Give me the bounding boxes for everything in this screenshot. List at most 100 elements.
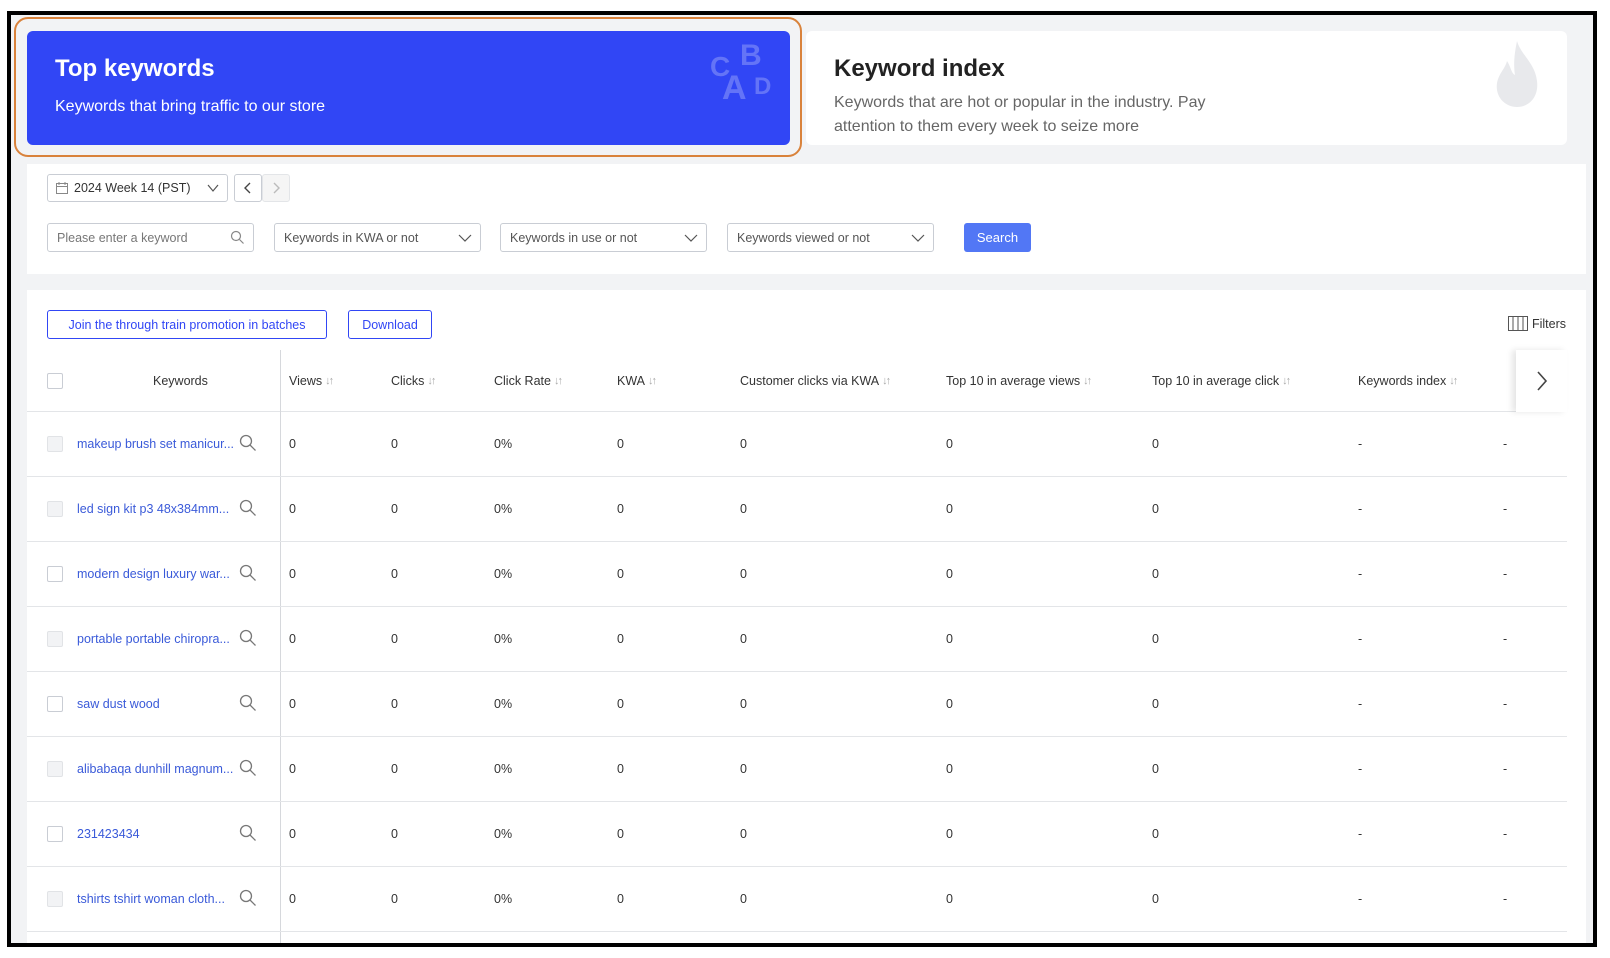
- top10-click-cell: 0: [1152, 632, 1159, 646]
- customer-clicks-cell: 0: [740, 892, 747, 906]
- keyword-cell: tshirts tshirt woman cloth...: [77, 867, 237, 931]
- search-icon[interactable]: [239, 564, 257, 582]
- chevron-left-icon: [244, 182, 251, 194]
- top-keywords-title: Top keywords: [55, 55, 215, 82]
- keyword-cell: portable portable chiropra...: [77, 607, 237, 671]
- keyword-link[interactable]: tshirts tshirt woman cloth...: [77, 892, 237, 906]
- kwa-cell: 0: [617, 437, 624, 451]
- extra-cell: -: [1503, 632, 1508, 646]
- calendar-icon: [56, 182, 68, 194]
- col-clicks[interactable]: Clicks ↓↑: [391, 350, 436, 412]
- kwa-select[interactable]: Keywords in KWA or not: [274, 223, 481, 252]
- table-row: saw dust wood 0 0 0% 0 0 0 0 - -: [27, 672, 1567, 737]
- clicks-cell: 0: [391, 827, 398, 841]
- top10-click-cell: 0: [1152, 827, 1159, 841]
- search-icon[interactable]: [239, 499, 257, 517]
- select-all-checkbox[interactable]: [47, 373, 63, 389]
- prev-week-button[interactable]: [234, 174, 262, 202]
- customer-clicks-cell: 0: [740, 762, 747, 776]
- search-icon[interactable]: [239, 824, 257, 842]
- row-checkbox[interactable]: [47, 826, 63, 842]
- table-row: alibabaqa dunhill magnum... 0 0 0% 0 0 0 0 - -: [27, 737, 1567, 802]
- col-keywords: Keywords: [153, 350, 208, 412]
- keyword-cell: alibabaqa dunhill magnum...: [77, 737, 237, 801]
- app-frame: Top keywords Keywords that bring traffic…: [7, 11, 1597, 947]
- customer-clicks-cell: 0: [740, 502, 747, 516]
- search-icon[interactable]: [239, 629, 257, 647]
- row-checkbox: [47, 891, 63, 907]
- col-kwa[interactable]: KWA ↓↑: [617, 350, 657, 412]
- keywords-index-cell: -: [1358, 632, 1363, 646]
- top10-views-cell: 0: [946, 567, 953, 581]
- row-checkbox[interactable]: [47, 696, 63, 712]
- col-click-rate[interactable]: Click Rate ↓↑: [494, 350, 563, 412]
- col-top10-views-label: Top 10 in average views: [946, 374, 1081, 388]
- top10-click-cell: 0: [1152, 567, 1159, 581]
- keyword-cell: makeup brush set manicur...: [77, 412, 237, 476]
- click-rate-cell: 0%: [494, 827, 513, 841]
- sort-icon: ↓↑: [882, 375, 891, 387]
- keyword-link[interactable]: portable portable chiropra...: [77, 632, 237, 646]
- filters-button[interactable]: Filters: [1507, 316, 1566, 331]
- clicks-cell: 0: [391, 567, 398, 581]
- col-top10-views[interactable]: Top 10 in average views ↓↑: [946, 350, 1092, 412]
- scroll-right-button[interactable]: [1516, 350, 1567, 412]
- sort-icon: ↓↑: [1282, 375, 1291, 387]
- keywords-index-cell: -: [1358, 697, 1363, 711]
- search-button[interactable]: Search: [964, 223, 1031, 252]
- table-row: led sign kit p3 48x384mm... 0 0 0% 0 0 0 0 - -: [27, 477, 1567, 542]
- col-top10-click[interactable]: Top 10 in average click ↓↑: [1152, 350, 1291, 412]
- top10-views-cell: 0: [946, 437, 953, 451]
- views-cell: 0: [289, 502, 296, 516]
- keyword-search-input[interactable]: Please enter a keyword: [47, 223, 254, 252]
- next-week-button[interactable]: [262, 174, 290, 202]
- clicks-cell: 0: [391, 437, 398, 451]
- clicks-cell: 0: [391, 502, 398, 516]
- keyword-index-subtitle: Keywords that are hot or popular in the …: [834, 94, 1206, 135]
- keyword-link[interactable]: saw dust wood: [77, 697, 237, 711]
- customer-clicks-cell: 0: [740, 632, 747, 646]
- views-cell: 0: [289, 827, 296, 841]
- columns-icon: [1507, 316, 1528, 331]
- keyword-cell: led sign kit p3 48x384mm...: [77, 477, 237, 541]
- col-keywords-index-label: Keywords index: [1358, 374, 1447, 388]
- row-checkbox[interactable]: [47, 566, 63, 582]
- keyword-cell: 231423434: [77, 802, 237, 866]
- clicks-cell: 0: [391, 632, 398, 646]
- keyword-link[interactable]: modern design luxury war...: [77, 567, 237, 581]
- top-keywords-card[interactable]: Top keywords Keywords that bring traffic…: [27, 31, 790, 145]
- keyword-link[interactable]: 231423434: [77, 827, 237, 841]
- top10-click-cell: 0: [1152, 437, 1159, 451]
- keywords-index-cell: -: [1358, 762, 1363, 776]
- keywords-table-panel: Join the through train promotion in batc…: [27, 290, 1586, 943]
- join-promotion-button[interactable]: Join the through train promotion in batc…: [47, 310, 327, 339]
- top10-click-cell: 0: [1152, 697, 1159, 711]
- download-button[interactable]: Download: [348, 310, 432, 339]
- chevron-down-icon: [458, 234, 472, 242]
- extra-cell: -: [1503, 762, 1508, 776]
- keyword-link[interactable]: makeup brush set manicur...: [77, 437, 237, 451]
- search-icon[interactable]: [239, 694, 257, 712]
- sort-icon: ↓↑: [1449, 375, 1458, 387]
- keyword-index-card[interactable]: Keyword index Keywords that are hot or p…: [806, 31, 1567, 145]
- in-use-select[interactable]: Keywords in use or not: [500, 223, 707, 252]
- search-icon[interactable]: [239, 889, 257, 907]
- search-icon[interactable]: [239, 434, 257, 452]
- views-cell: 0: [289, 762, 296, 776]
- row-checkbox: [47, 501, 63, 517]
- col-views[interactable]: Views ↓↑: [289, 350, 334, 412]
- search-icon[interactable]: [239, 759, 257, 777]
- flame-icon: [1496, 41, 1538, 107]
- top10-views-cell: 0: [946, 892, 953, 906]
- keyword-link[interactable]: led sign kit p3 48x384mm...: [77, 502, 237, 516]
- sort-icon: ↓↑: [325, 375, 334, 387]
- col-customer-clicks[interactable]: Customer clicks via KWA ↓↑: [740, 350, 891, 412]
- week-select[interactable]: 2024 Week 14 (PST): [47, 174, 228, 202]
- viewed-select[interactable]: Keywords viewed or not: [727, 223, 934, 252]
- customer-clicks-cell: 0: [740, 697, 747, 711]
- kwa-cell: 0: [617, 502, 624, 516]
- col-keywords-index[interactable]: Keywords index ↓↑: [1358, 350, 1458, 412]
- keyword-link[interactable]: alibabaqa dunhill magnum...: [77, 762, 237, 776]
- top10-click-cell: 0: [1152, 502, 1159, 516]
- click-rate-cell: 0%: [494, 632, 513, 646]
